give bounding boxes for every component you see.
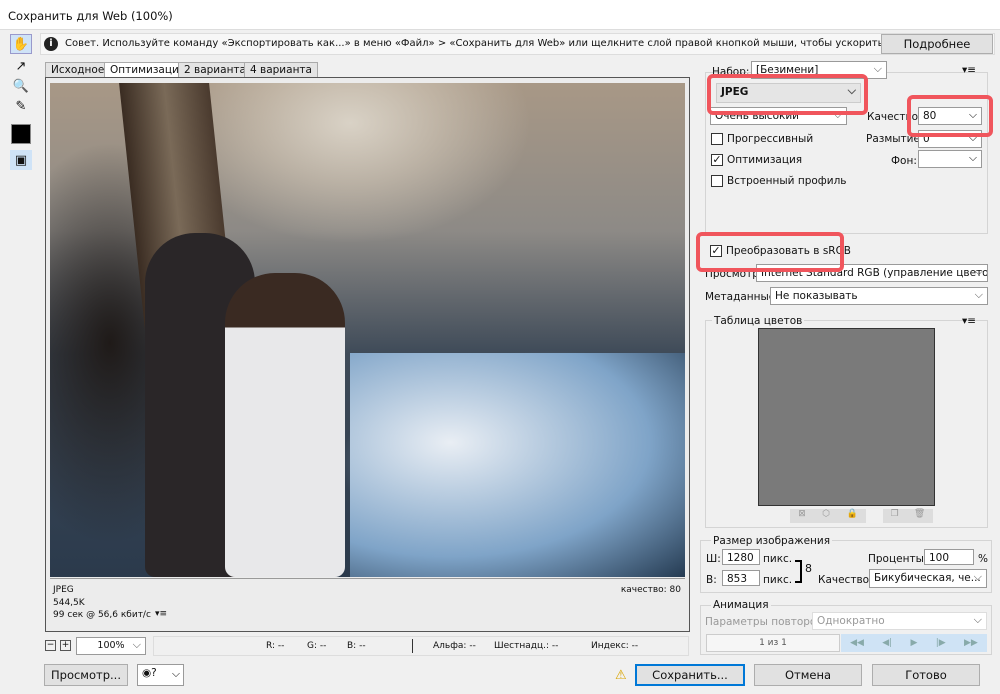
first-frame-icon[interactable]: ◀◀ [850,638,864,648]
loop-label: Параметры повторов: [705,616,827,628]
warning-icon: ⚠ [615,668,627,683]
animation-title: Анимация [711,599,771,611]
optimize-menu-icon[interactable]: ▾≡ [962,64,976,76]
color-table-actions: ❐ 🗑 [883,509,933,523]
percent-label: Проценты: [868,553,928,565]
prev-frame-icon[interactable]: ◀| [882,638,892,648]
color-table-title: Таблица цветов [712,315,805,327]
hand-tool-icon[interactable]: ✋ [10,34,32,54]
color-table-menu-icon[interactable]: ▾≡ [962,315,976,327]
next-frame-icon[interactable]: |▶ [936,638,946,648]
window-title: Сохранить для Web (100%) [8,9,173,23]
preview-image[interactable] [50,83,685,577]
image-info-panel: JPEG 544,5K 99 сек @ 56,6 кбит/с ▾≡ каче… [50,578,685,628]
eyedropper-tool-icon[interactable]: ✎ [10,96,32,116]
embed-profile-label: Встроенный профиль [727,175,847,187]
highlight-quality [907,95,993,137]
height-input[interactable]: 853 [722,570,760,586]
height-unit: пикс. [763,574,793,586]
cancel-button[interactable]: Отмена [754,664,862,686]
eyedropper-color-swatch[interactable] [11,124,31,144]
matte-select[interactable]: ⌵ [918,150,982,168]
info-size: 544,5K [53,598,85,608]
info-icon: i [44,37,58,51]
width-input[interactable]: 1280 [722,549,760,565]
tab-original[interactable]: Исходное [45,62,111,77]
map-color-icon[interactable]: ⊠ [798,509,806,523]
percent-input[interactable]: 100 [924,549,974,565]
last-frame-icon[interactable]: ▶▶ [964,638,978,648]
slice-select-tool-icon[interactable]: ↗ [10,56,32,76]
snow-log [350,353,685,577]
tab-2-up[interactable]: 2 варианта [178,62,252,77]
web-shift-icon[interactable]: ⬡ [822,509,830,523]
image-size-title: Размер изображения [711,535,833,547]
info-quality: качество: 80 [620,585,681,595]
percent-sign: % [978,553,988,565]
zoom-tool-icon[interactable]: 🔍 [10,76,32,96]
color-table-tools: ⊠ ⬡ 🔒 [790,509,866,523]
browser-select[interactable]: ◉? ⌵ [137,664,184,686]
browser-icon: ◉? [142,667,157,679]
progressive-checkbox[interactable] [711,133,723,145]
progressive-label: Прогрессивный [727,133,814,145]
new-color-icon[interactable]: ❐ [891,509,899,523]
loop-select[interactable]: Однократно [812,612,987,630]
tip-bar: i Совет. Используйте команду «Экспортиро… [40,33,995,55]
delete-color-icon[interactable]: 🗑 [914,509,925,523]
width-unit: пикс. [763,553,793,565]
save-button[interactable]: Сохранить... [635,664,745,686]
link-icon[interactable]: 8 [805,562,812,575]
lock-color-icon[interactable]: 🔒 [847,509,858,523]
zoom-in-button[interactable]: + [60,640,71,651]
color-readout: R: -- G: -- B: -- Альфа: -- Шестнадц.: -… [153,636,689,656]
color-table [758,328,935,506]
highlight-srgb [696,232,844,272]
tab-4-up[interactable]: 4 варианта [244,62,318,77]
matte-label: Фон: [891,155,917,167]
woman-figure [225,273,345,577]
highlight-format [707,74,868,115]
optimized-checkbox[interactable]: ✓ [711,154,723,166]
height-label: В: [706,574,717,586]
optimized-label: Оптимизация [727,154,803,166]
constrain-bracket [795,560,802,583]
title-bar: Сохранить для Web (100%) [0,0,1000,30]
width-label: Ш: [706,553,721,565]
resample-select[interactable]: Бикубическая, че... [869,569,987,588]
frame-counter: 1 из 1 [706,634,840,652]
preview-browser-button[interactable]: Просмотр... [44,664,128,686]
zoom-out-button[interactable]: − [45,640,56,651]
metadata-label: Метаданные: [705,291,779,303]
metadata-select[interactable]: Не показывать [770,287,988,305]
info-format: JPEG [53,585,74,595]
animation-controls: ◀◀ ◀| ▶ |▶ ▶▶ [841,634,987,652]
zoom-select[interactable]: 100% [76,637,146,655]
more-info-button[interactable]: Подробнее [881,34,993,54]
resample-label: Качество: [818,574,873,586]
toggle-slices-icon[interactable]: ▣ [10,150,32,170]
info-menu-icon[interactable]: ▾≡ [155,609,167,619]
play-icon[interactable]: ▶ [911,638,918,648]
tip-text: Совет. Используйте команду «Экспортирова… [65,38,980,49]
done-button[interactable]: Готово [872,664,980,686]
info-download-time: 99 сек @ 56,6 кбит/с [53,610,151,620]
embed-profile-checkbox[interactable] [711,175,723,187]
